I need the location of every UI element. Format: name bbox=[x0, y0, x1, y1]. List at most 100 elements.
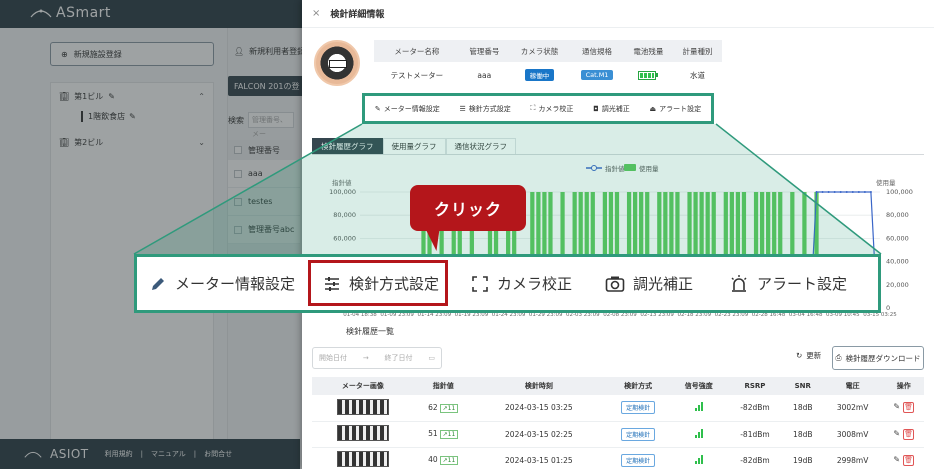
legend-line-swatch-dot bbox=[591, 165, 597, 171]
pencil-icon bbox=[152, 277, 164, 290]
meter-thumbnail[interactable] bbox=[336, 398, 389, 415]
info-header-type: 計量種別 bbox=[672, 40, 722, 62]
meter-thumbnail[interactable] bbox=[336, 425, 389, 441]
reading-point bbox=[863, 191, 866, 193]
col-signal: 信号強度 bbox=[671, 377, 727, 395]
col-method: 検針方式 bbox=[604, 377, 672, 395]
info-header-name: メーター名称 bbox=[374, 40, 460, 62]
camera-icon: ◘ bbox=[593, 104, 599, 113]
tab-comm-status-graph[interactable]: 通信状況グラフ bbox=[445, 138, 516, 154]
zoom-camera-calibration[interactable]: カメラ校正 bbox=[471, 257, 572, 310]
y-right-tick-label: 80,000 bbox=[886, 211, 909, 219]
rsrp-value: -82dBm bbox=[726, 395, 784, 422]
history-title: 検針履歴一覧 bbox=[346, 327, 394, 336]
left-axis-label: 指針値 bbox=[332, 178, 352, 187]
refresh-button[interactable]: ↻ 更新 bbox=[796, 350, 821, 361]
edit-icon[interactable]: ✎ bbox=[893, 455, 900, 464]
download-history-button[interactable]: ⎙ 検針履歴ダウンロード bbox=[832, 346, 924, 370]
reading-point bbox=[827, 191, 830, 193]
table-row[interactable]: 62 ↗11 2024-03-15 03:25 定期検針 -82dBm 18dB … bbox=[312, 395, 924, 422]
tab-usage-graph[interactable]: 使用量グラフ bbox=[382, 138, 446, 154]
reading-time: 2024-03-15 02:25 bbox=[472, 421, 605, 448]
method-badge: 定期検針 bbox=[621, 427, 656, 441]
alarm-light-icon: ⏏ bbox=[649, 104, 657, 113]
battery-full-icon bbox=[638, 70, 659, 80]
col-rsrp: RSRP bbox=[726, 377, 784, 395]
snr-value: 18dB bbox=[783, 421, 822, 448]
reading-point bbox=[821, 191, 824, 193]
pencil-icon: ✎ bbox=[374, 104, 381, 113]
alert-settings-button[interactable]: ⏏ アラート設定 bbox=[649, 104, 701, 114]
reading-point bbox=[857, 191, 860, 193]
table-row[interactable]: 40 ↗11 2024-03-15 01:25 定期検針 -82dBm 19dB … bbox=[312, 447, 924, 469]
reading-point bbox=[845, 191, 848, 193]
delta-badge: ↗11 bbox=[439, 403, 459, 413]
info-header-camera: カメラ状態 bbox=[508, 40, 571, 62]
y-tick-label: 100,000 bbox=[329, 188, 356, 196]
camera-calibration-button[interactable]: ⛶ カメラ校正 bbox=[531, 104, 574, 114]
close-icon[interactable]: × bbox=[312, 8, 320, 19]
meter-info-settings-button[interactable]: ✎ メーター情報設定 bbox=[375, 104, 440, 114]
drawer-header: × 検針詳細情報 bbox=[302, 0, 934, 28]
trash-icon[interactable]: 🗑︎ bbox=[903, 428, 915, 440]
y-right-tick-label: 20,000 bbox=[886, 281, 909, 289]
snr-value: 18dB bbox=[783, 395, 822, 422]
col-time: 検針時刻 bbox=[472, 377, 605, 395]
trash-icon[interactable]: 🗑︎ bbox=[903, 402, 915, 414]
reading-time: 2024-03-15 01:25 bbox=[472, 447, 605, 469]
col-snr: SNR bbox=[783, 377, 822, 395]
camera-icon bbox=[605, 276, 625, 292]
zoom-alert-settings[interactable]: アラート設定 bbox=[729, 257, 847, 310]
table-row[interactable]: 51 ↗11 2024-03-15 02:25 定期検針 -81dBm 18dB … bbox=[312, 421, 924, 448]
info-header-comm: 通信規格 bbox=[570, 40, 624, 62]
reading-method-settings-button[interactable]: ☰ 検針方式設定 bbox=[460, 104, 511, 114]
rsrp-value: -82dBm bbox=[726, 447, 784, 469]
history-table: メーター画像 指針値 検針時刻 検針方式 信号強度 RSRP SNR 電圧 操作… bbox=[312, 377, 924, 469]
click-callout: クリック bbox=[410, 185, 526, 231]
meter-photo bbox=[314, 40, 360, 86]
y-tick-label: 80,000 bbox=[333, 211, 356, 219]
info-header-number: 管理番号 bbox=[459, 40, 509, 62]
snr-value: 19dB bbox=[783, 447, 822, 469]
y-right-tick-label: 0 bbox=[886, 304, 890, 312]
y-tick-label: 60,000 bbox=[333, 234, 356, 242]
method-badge: 定期検針 bbox=[621, 453, 656, 467]
col-actions: 操作 bbox=[883, 377, 924, 395]
dimming-correction-button[interactable]: ◘ 調光補正 bbox=[593, 104, 630, 114]
camera-status-badge: 稼働中 bbox=[524, 69, 555, 81]
trash-icon[interactable]: 🗑︎ bbox=[903, 454, 915, 466]
edit-icon[interactable]: ✎ bbox=[893, 402, 900, 411]
calendar-icon: ▭ bbox=[428, 354, 435, 362]
click-target-highlight bbox=[308, 260, 448, 306]
zoom-meter-info-settings[interactable]: メーター情報設定 bbox=[149, 257, 295, 310]
zoom-dimming-correction[interactable]: 調光補正 bbox=[605, 257, 693, 310]
reading-point bbox=[839, 191, 842, 193]
col-voltage: 電圧 bbox=[821, 377, 884, 395]
col-meter-image: メーター画像 bbox=[312, 377, 414, 395]
delta-badge: ↗11 bbox=[439, 430, 459, 439]
tab-reading-history-graph[interactable]: 検針履歴グラフ bbox=[312, 138, 383, 154]
info-header-battery: 電池残量 bbox=[623, 40, 673, 62]
refresh-label: 更新 bbox=[806, 351, 822, 360]
date-start-input[interactable]: 開始日付 bbox=[319, 353, 347, 363]
y-right-tick-label: 100,000 bbox=[886, 188, 913, 196]
zoomed-toolbar: メーター情報設定 検針方式設定 カメラ校正 調光補正 アラート設定 bbox=[134, 254, 881, 313]
meter-detail-drawer: × 検針詳細情報 メーター名称 管理番号 カメラ状態 通信規格 電池残量 計量種… bbox=[302, 0, 934, 469]
meter-type: 水道 bbox=[689, 70, 705, 80]
legend-label: 指針値 bbox=[605, 164, 625, 173]
date-arrow: → bbox=[362, 354, 369, 362]
meter-name: テストメーター bbox=[390, 70, 444, 80]
refresh-icon: ↻ bbox=[796, 351, 803, 360]
download-icon: ⎙ bbox=[835, 353, 842, 362]
date-end-input[interactable]: 終了日付 bbox=[385, 353, 413, 363]
delta-badge: ↗11 bbox=[439, 456, 459, 465]
signal-strength-icon bbox=[694, 402, 703, 412]
meter-thumbnail[interactable] bbox=[336, 451, 389, 467]
col-reading: 指針値 bbox=[413, 377, 473, 395]
date-range-picker[interactable]: 開始日付 → 終了日付 ▭ bbox=[312, 347, 442, 369]
signal-strength-icon bbox=[694, 454, 703, 464]
signal-strength-icon bbox=[694, 428, 703, 438]
voltage-value: 3008mV bbox=[821, 421, 884, 448]
legend-bar-swatch bbox=[624, 164, 636, 171]
edit-icon[interactable]: ✎ bbox=[893, 429, 900, 438]
